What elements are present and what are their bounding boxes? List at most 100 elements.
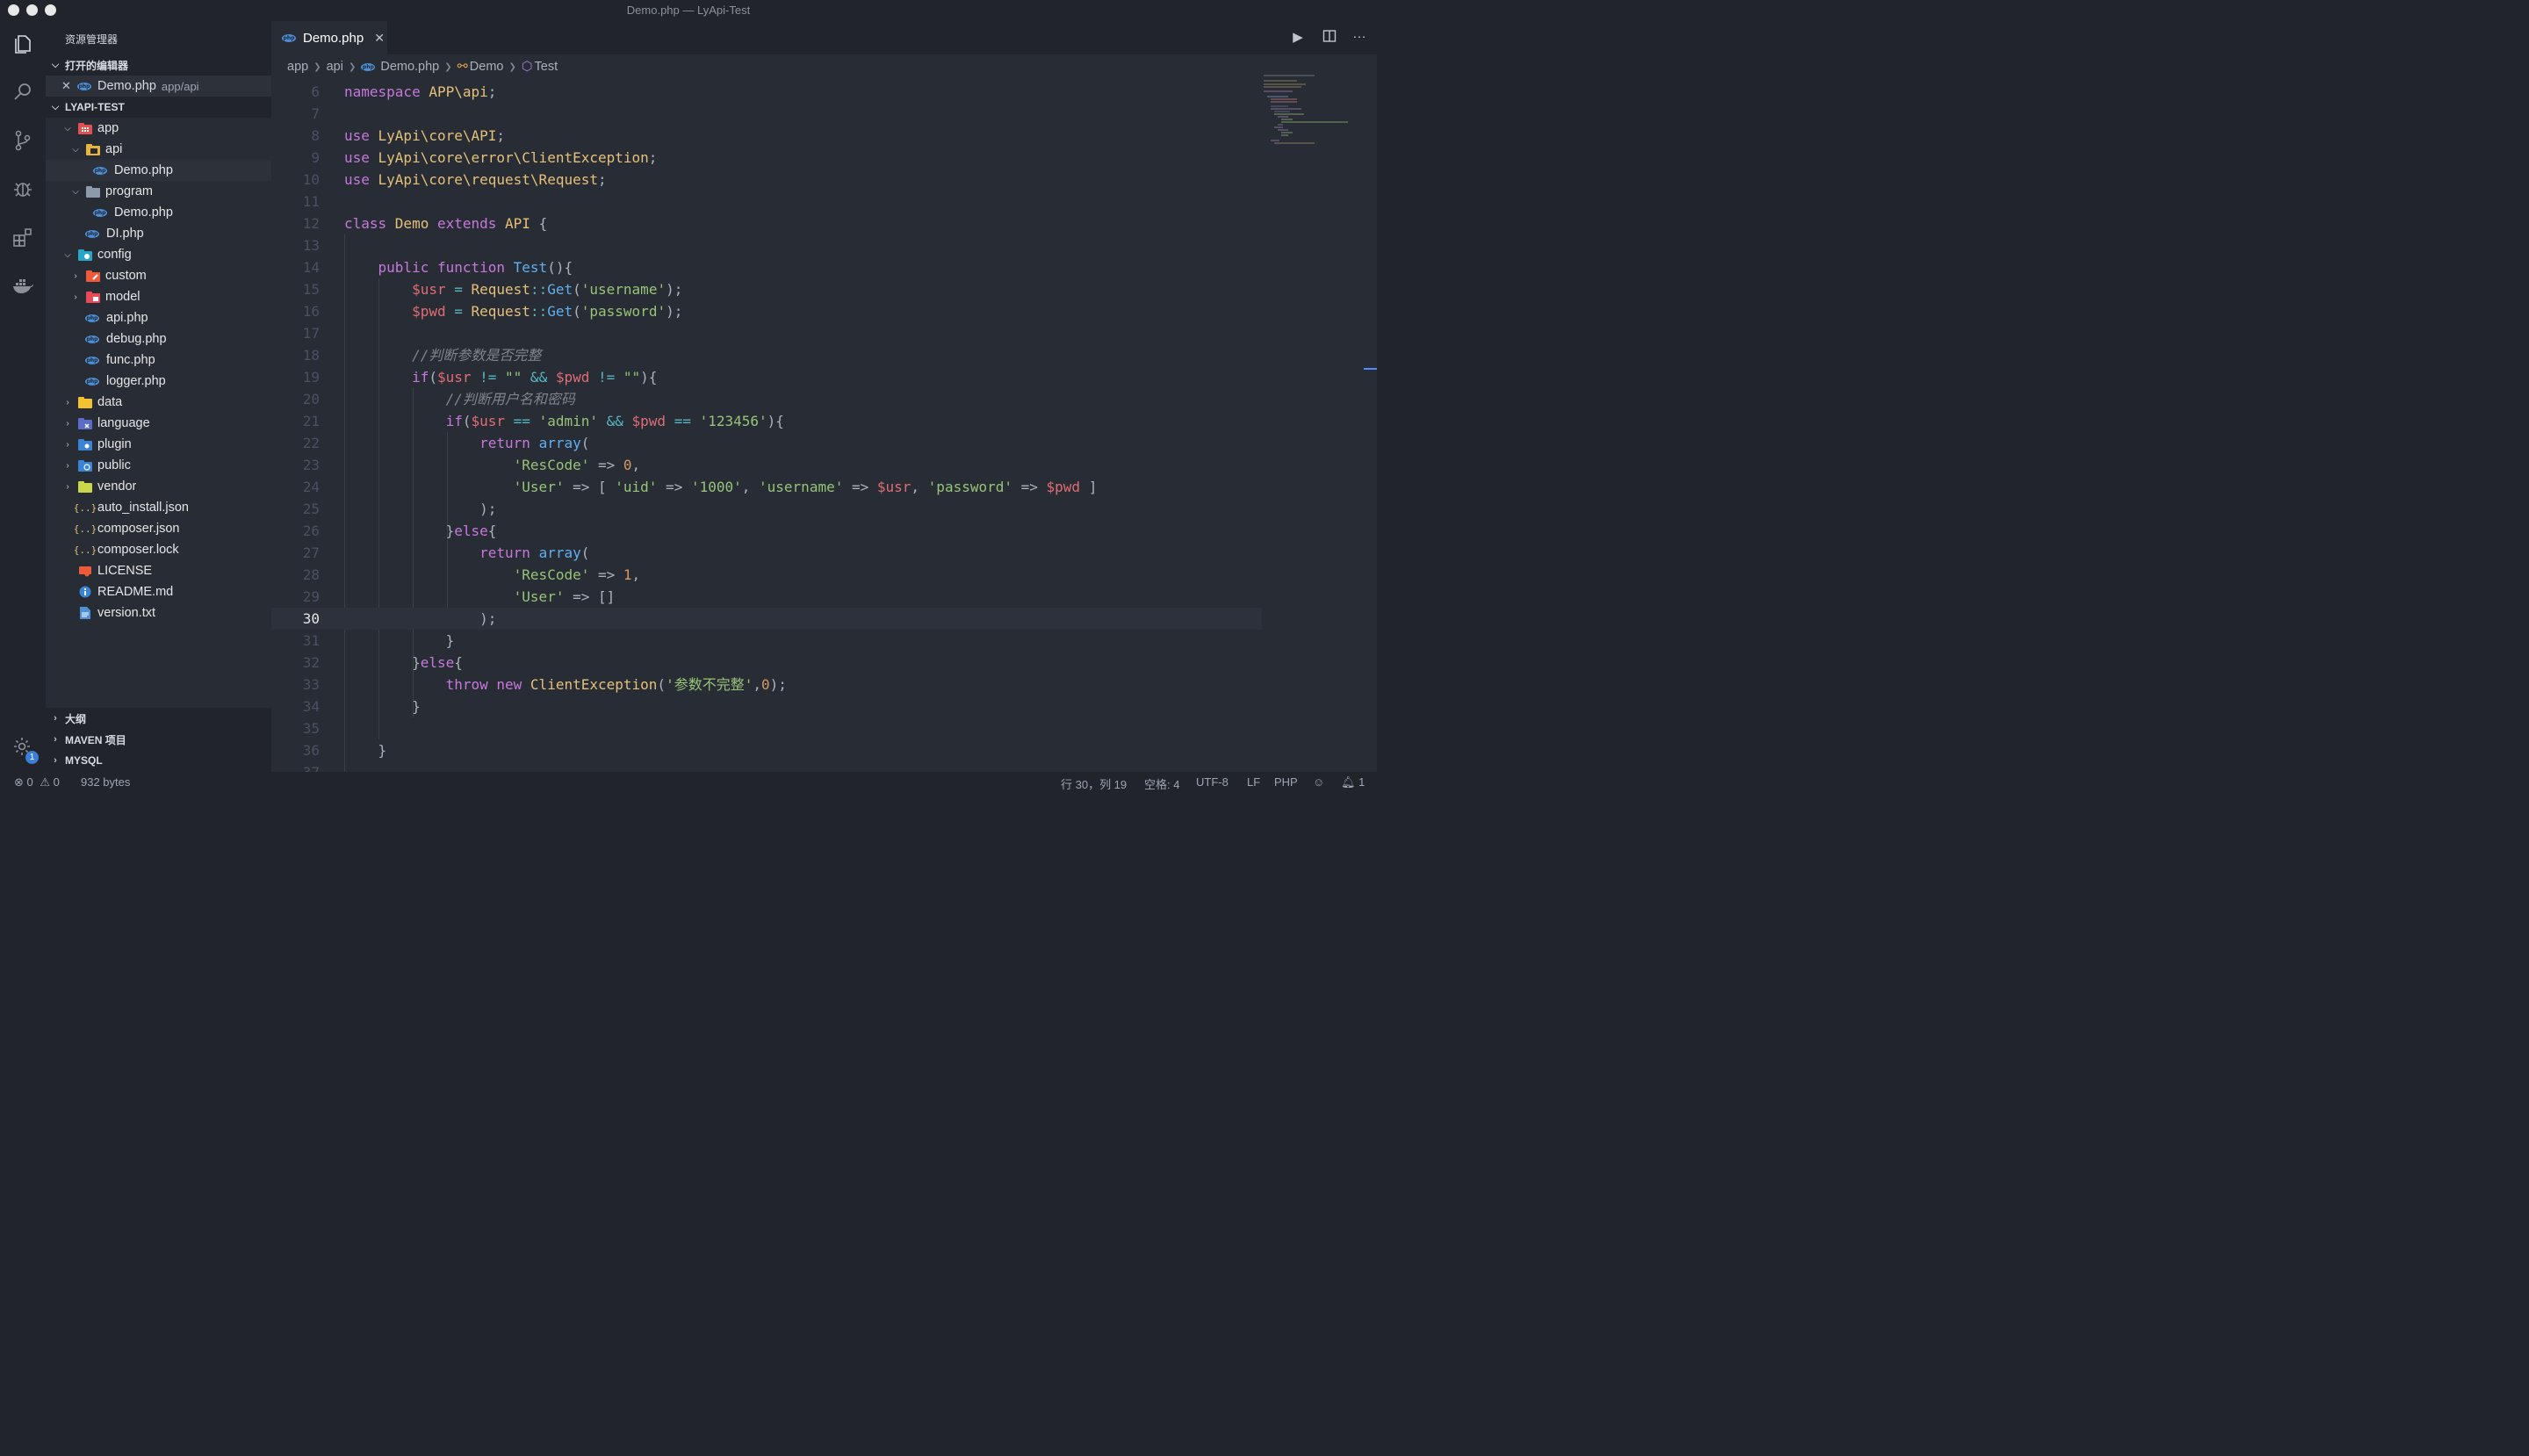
line-ending[interactable]: LF — [1247, 775, 1260, 789]
tree-item-program[interactable]: ⌵ program — [46, 181, 295, 202]
tree-item-config[interactable]: ⌵ config — [46, 244, 287, 265]
code-line[interactable]: 20 //判断用户名和密码 — [271, 388, 1262, 410]
tree-item-api[interactable]: ⌵ api — [46, 139, 295, 160]
code-line[interactable]: 13 — [271, 234, 1262, 256]
tree-item-readme[interactable]: README.md — [46, 581, 303, 602]
code-line[interactable]: 27 return array( — [271, 542, 1262, 564]
php-file-icon: php — [361, 62, 376, 71]
line-number: 31 — [302, 632, 320, 649]
debug-icon[interactable] — [0, 171, 46, 206]
open-editor-item[interactable]: ✕ php Demo.php app/api — [46, 76, 271, 97]
cursor-position[interactable]: 行 30，列 19 — [1061, 775, 1127, 792]
settings-gear-icon[interactable]: 1 — [0, 729, 46, 764]
chevron-down-icon: ⌵ — [51, 59, 60, 70]
tree-item-composer-lock[interactable]: {..} composer.lock — [46, 539, 303, 560]
chevron-right-icon: › — [66, 481, 69, 492]
language-mode[interactable]: PHP — [1274, 775, 1298, 789]
code-line[interactable]: 11 — [271, 191, 1262, 213]
explorer-icon[interactable] — [0, 26, 46, 61]
code-line[interactable]: 28 'ResCode' => 1, — [271, 564, 1262, 586]
code-line[interactable]: 6 namespace APP\api; — [271, 81, 1262, 103]
code-line[interactable]: 10 use LyApi\core\request\Request; — [271, 169, 1262, 191]
code-line[interactable]: 24 'User' => [ 'uid' => '1000', 'usernam… — [271, 476, 1262, 498]
code-line[interactable]: 29 'User' => [] — [271, 586, 1262, 608]
code-line[interactable]: 22 return array( — [271, 432, 1262, 454]
open-editors-section[interactable]: ⌵ 打开的编辑器 — [46, 54, 271, 76]
run-icon[interactable]: ▶ — [1288, 29, 1308, 47]
code-line[interactable]: 15 $usr = Request::Get('username'); — [271, 278, 1262, 300]
tree-item-vendor[interactable]: › vendor — [46, 476, 287, 497]
problems-indicator[interactable]: ⊗ 0 ⚠ 0 — [14, 775, 60, 789]
code-line[interactable]: 34 } — [271, 696, 1262, 717]
tree-item-model[interactable]: › model — [46, 286, 295, 307]
tree-item-version-txt[interactable]: version.txt — [46, 602, 303, 623]
code-line[interactable]: 7 — [271, 103, 1262, 125]
code-line[interactable]: 16 $pwd = Request::Get('password'); — [271, 300, 1262, 322]
code-line[interactable]: 12 class Demo extends API { — [271, 213, 1262, 234]
code-token: != — [471, 369, 506, 386]
sidebar-title: 资源管理器 — [65, 33, 119, 46]
code-line[interactable]: 21 if($usr == 'admin' && $pwd == '123456… — [271, 410, 1262, 432]
breadcrumb-item[interactable]: Test — [535, 60, 558, 74]
code-line[interactable]: 30 ); — [271, 608, 1262, 630]
code-line[interactable]: 14 public function Test(){ — [271, 256, 1262, 278]
code-token: :: — [530, 281, 548, 298]
code-line[interactable]: 26 }else{ — [271, 520, 1262, 542]
code-line[interactable]: 17 — [271, 322, 1262, 344]
close-icon[interactable]: ✕ — [374, 31, 385, 46]
code-token: 'username' — [759, 479, 844, 495]
line-number: 10 — [302, 171, 320, 188]
code-line[interactable]: 25 ); — [271, 498, 1262, 520]
code-line[interactable]: 9 use LyApi\core\error\ClientException; — [271, 147, 1262, 169]
code-editor[interactable]: 6 namespace APP\api; 7 8 use LyApi\core\API;… — [271, 81, 1262, 772]
project-section[interactable]: ⌵ LYAPI-TEST — [46, 97, 271, 118]
tab-demo-php[interactable]: php Demo.php ✕ — [271, 21, 387, 54]
tree-item-license[interactable]: LICENSE — [46, 560, 303, 581]
mysql-section[interactable]: › MYSQL — [46, 750, 271, 771]
tree-item-custom[interactable]: › custom — [46, 265, 295, 286]
split-editor-icon[interactable] — [1320, 29, 1339, 47]
code-text: return array( — [344, 432, 589, 454]
tree-item-label: composer.json — [97, 522, 180, 536]
code-token: if — [412, 369, 429, 386]
indentation[interactable]: 空格: 4 — [1144, 775, 1179, 792]
code-line[interactable]: 31 } — [271, 630, 1262, 652]
tree-item-composer-json[interactable]: {..} composer.json — [46, 518, 303, 539]
tree-item-auto-install-json[interactable]: {..} auto_install.json — [46, 497, 303, 518]
code-token: $usr — [471, 413, 506, 429]
maven-section[interactable]: › MAVEN 项目 — [46, 729, 271, 750]
code-token: return — [479, 544, 539, 561]
code-line[interactable]: 33 throw new ClientException('参数不完整',0); — [271, 674, 1262, 696]
code-token: => [] — [564, 588, 616, 605]
breadcrumb-item[interactable]: Demo.php — [380, 60, 439, 74]
breadcrumb-item[interactable]: Demo — [470, 60, 504, 74]
tree-item-public[interactable]: › public — [46, 455, 287, 476]
more-actions-icon[interactable]: ··· — [1350, 29, 1369, 47]
code-line[interactable]: 18 //判断参数是否完整 — [271, 344, 1262, 366]
minimap[interactable] — [1262, 74, 1358, 772]
encoding[interactable]: UTF-8 — [1196, 775, 1228, 789]
code-line[interactable]: 19 if($usr != "" && $pwd != ""){ — [271, 366, 1262, 388]
source-control-icon[interactable] — [0, 123, 46, 158]
tree-item-app[interactable]: ⌵ app — [46, 118, 287, 139]
extensions-icon[interactable] — [0, 220, 46, 255]
code-line[interactable]: 37 — [271, 761, 1262, 772]
feedback-smiley-icon[interactable]: ☺ — [1313, 775, 1324, 789]
breadcrumb-item[interactable]: app — [287, 60, 308, 74]
notifications[interactable]: 🔔︎ 1 — [1341, 775, 1365, 789]
breadcrumb-item[interactable]: api — [327, 60, 343, 74]
docker-icon[interactable] — [0, 268, 46, 303]
search-icon[interactable] — [0, 75, 46, 110]
line-number: 19 — [302, 369, 320, 386]
outline-section[interactable]: › 大纲 — [46, 708, 271, 729]
code-token: class — [344, 215, 395, 232]
tree-item-data[interactable]: › data — [46, 392, 287, 413]
code-line[interactable]: 32 }else{ — [271, 652, 1262, 674]
code-line[interactable]: 36 } — [271, 739, 1262, 761]
code-line[interactable]: 8 use LyApi\core\API; — [271, 125, 1262, 147]
code-line[interactable]: 35 — [271, 717, 1262, 739]
tree-item-plugin[interactable]: › plugin — [46, 434, 287, 455]
tree-item-language[interactable]: › language — [46, 413, 287, 434]
code-line[interactable]: 23 'ResCode' => 0, — [271, 454, 1262, 476]
